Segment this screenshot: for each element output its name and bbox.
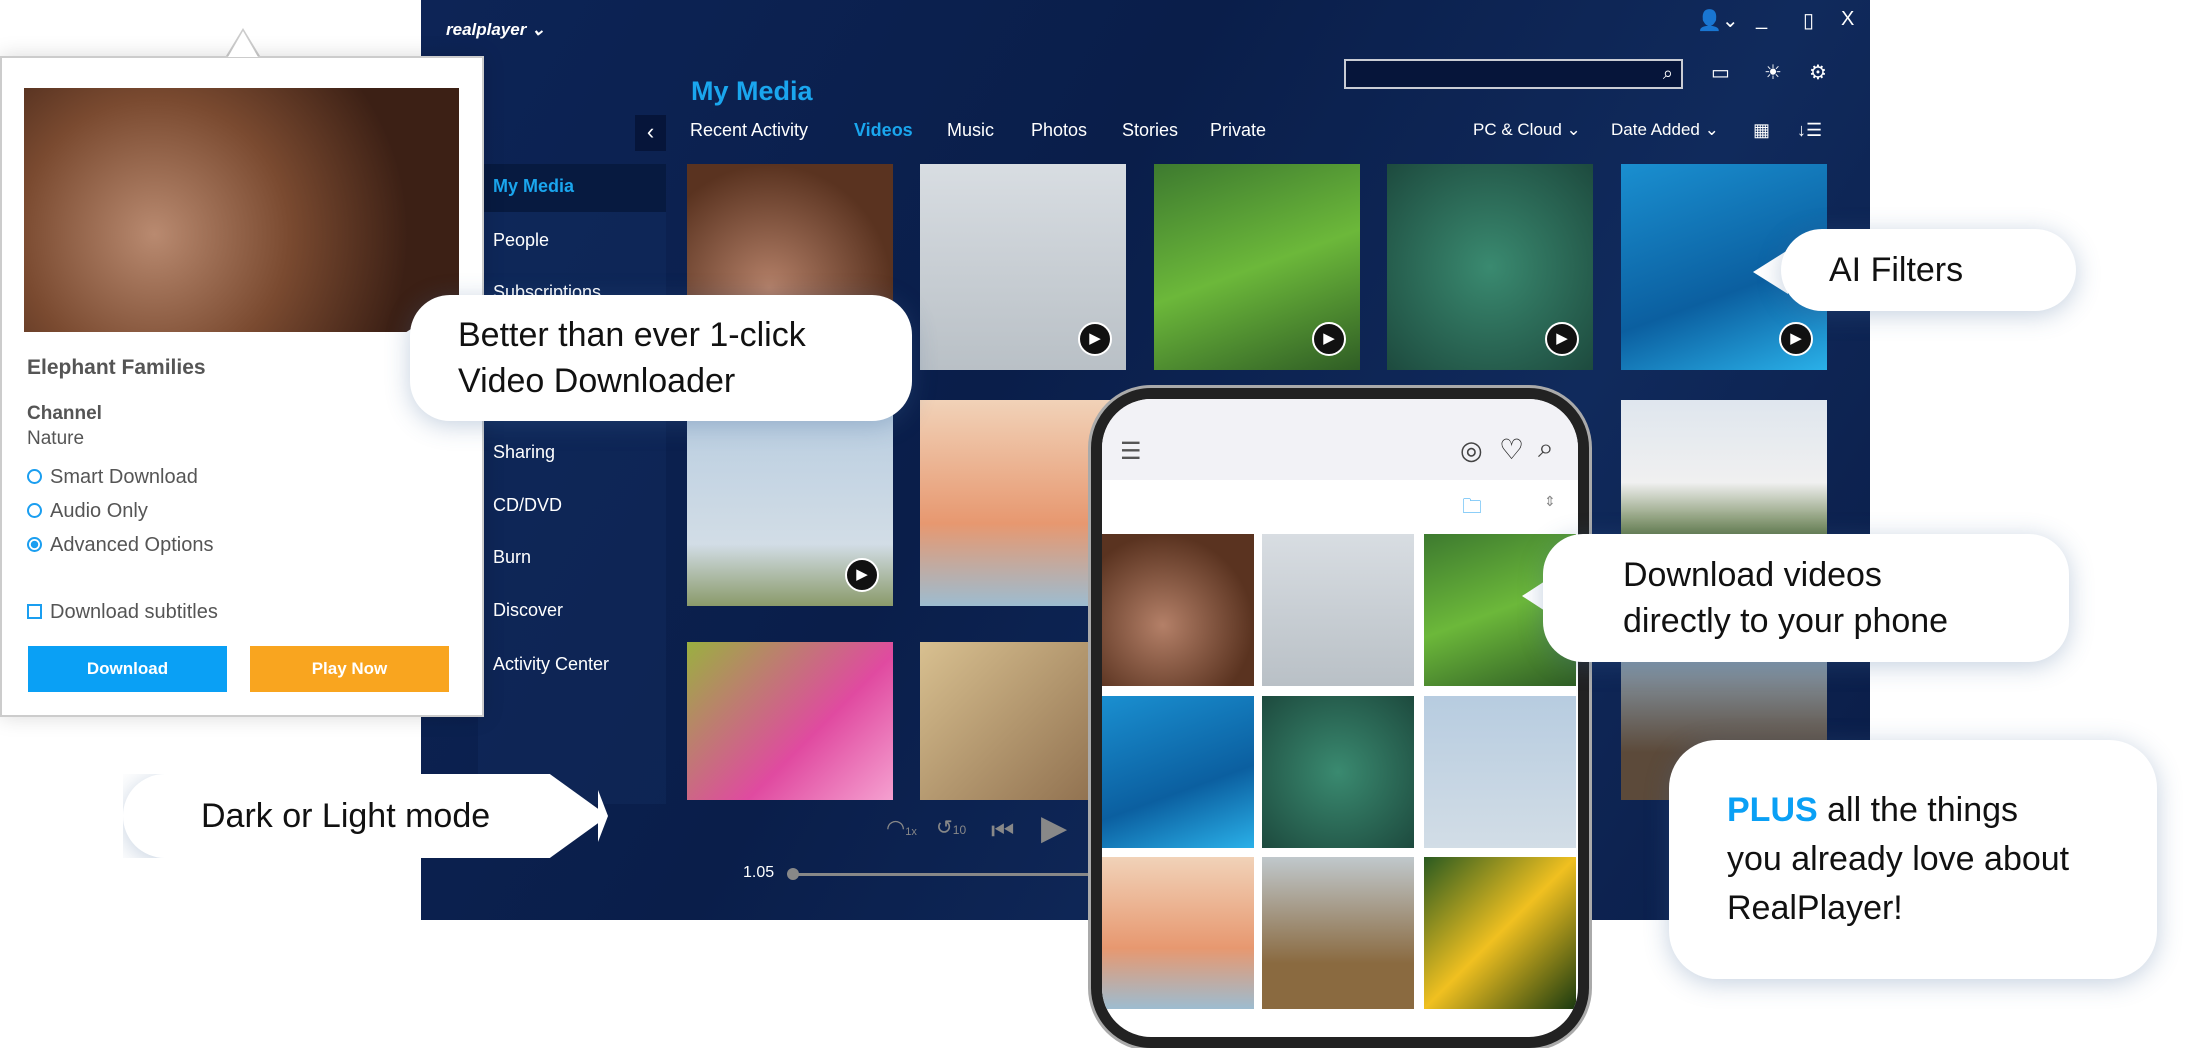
channel-value: Nature — [27, 428, 85, 449]
sidebar-item-people[interactable]: People — [493, 230, 549, 251]
sidebar-item-burn[interactable]: Burn — [493, 547, 531, 568]
folder-icon[interactable]: 🗀 — [1462, 492, 1482, 526]
grid-view-icon[interactable]: ▦ — [1753, 120, 1770, 141]
callout-ai-filters: AI Filters — [1781, 229, 2076, 311]
menu-icon[interactable]: ☰ — [1120, 437, 1142, 466]
video-title: Elephant Families — [27, 356, 206, 379]
favorite-heart-icon[interactable]: ♡ — [1499, 433, 1524, 466]
download-subtitles-checkbox[interactable]: Download subtitles — [27, 601, 218, 624]
video-thumbnail — [24, 88, 459, 332]
source-filter-dropdown[interactable]: PC & Cloud ⌄ — [1473, 120, 1581, 140]
search-icon[interactable]: ⌕ — [1663, 63, 1673, 84]
radio-selected-icon[interactable] — [27, 537, 42, 552]
sidebar-item-sharing[interactable]: Sharing — [493, 442, 555, 463]
phone-video-thumbnail[interactable] — [1262, 857, 1414, 1009]
seek-handle[interactable] — [787, 868, 799, 880]
sidebar-item-my-media[interactable]: My Media — [493, 176, 574, 197]
phone-video-thumbnail[interactable] — [1262, 696, 1414, 848]
tab-private[interactable]: Private — [1210, 120, 1266, 141]
phone-toolbar: 🗀 ⇕ — [1102, 480, 1578, 532]
phone-video-thumbnail[interactable] — [1102, 857, 1254, 1009]
play-icon[interactable]: ▶ — [1779, 322, 1813, 356]
download-button[interactable]: Download — [28, 646, 227, 692]
sidebar-item-cd-dvd[interactable]: CD/DVD — [493, 495, 562, 516]
phone-video-thumbnail[interactable] — [1102, 534, 1254, 686]
play-icon[interactable]: ▶ — [1545, 322, 1579, 356]
play-icon[interactable]: ▶ — [1312, 322, 1346, 356]
tab-recent-activity[interactable]: Recent Activity — [690, 120, 808, 141]
radio-icon[interactable] — [27, 469, 42, 484]
checkbox-icon[interactable] — [27, 604, 42, 619]
phone-video-thumbnail[interactable] — [1262, 534, 1414, 686]
search-icon[interactable]: ⌕ — [1538, 432, 1554, 465]
playback-time: 1.05 — [743, 864, 775, 881]
play-icon[interactable]: ▶ — [845, 558, 879, 592]
sidebar: My Media People Subscriptions Sharing CD… — [478, 164, 666, 804]
phone-mockup: ☰ ◎ ♡ ⌕ 🗀 ⇕ — [1091, 388, 1589, 1048]
video-thumbnail[interactable]: ▶ — [920, 164, 1126, 370]
phone-header: ☰ ◎ ♡ ⌕ — [1102, 399, 1578, 480]
option-smart-download[interactable]: Smart Download — [27, 466, 198, 489]
sidebar-item-discover[interactable]: Discover — [493, 600, 563, 621]
video-thumbnail[interactable] — [687, 642, 893, 800]
previous-icon[interactable]: ⏮ — [991, 815, 1014, 847]
maximize-button[interactable]: ▯ — [1803, 8, 1814, 33]
tab-videos[interactable]: Videos — [854, 120, 913, 141]
search-input[interactable]: ⌕ — [1344, 59, 1683, 89]
video-thumbnail[interactable]: ▶ — [687, 400, 893, 606]
tab-photos[interactable]: Photos — [1031, 120, 1087, 141]
page-title: My Media — [691, 76, 813, 106]
callout-phone: Download videos directly to your phone — [1543, 534, 2069, 662]
radio-icon[interactable] — [27, 503, 42, 518]
select-check-icon[interactable]: ◎ — [1460, 435, 1483, 466]
callout-downloader: Better than ever 1-click Video Downloader — [410, 295, 912, 421]
tab-music[interactable]: Music — [947, 120, 994, 141]
callout-plus: PLUS all the things you already love abo… — [1669, 740, 2157, 979]
option-audio-only[interactable]: Audio Only — [27, 500, 148, 523]
play-icon[interactable]: ▶ — [1041, 808, 1067, 848]
play-icon[interactable]: ▶ — [1078, 322, 1112, 356]
cast-icon[interactable]: ▭ — [1711, 60, 1730, 85]
phone-video-thumbnail[interactable] — [1424, 857, 1576, 1009]
sort-order-icon[interactable]: ↓☰ — [1797, 120, 1822, 141]
sort-arrows-icon[interactable]: ⇕ — [1544, 493, 1556, 510]
theme-sun-icon[interactable]: ☀ — [1764, 60, 1782, 85]
channel-label: Channel — [27, 403, 102, 424]
sort-dropdown[interactable]: Date Added ⌄ — [1611, 120, 1719, 140]
minimize-button[interactable]: _ — [1756, 8, 1767, 31]
collapse-sidebar-button[interactable]: ‹ — [635, 115, 666, 151]
sidebar-item-activity-center[interactable]: Activity Center — [493, 654, 609, 675]
user-menu-icon[interactable]: 👤⌄ — [1697, 8, 1739, 33]
rewind-10-icon[interactable]: ↺10 — [936, 815, 966, 840]
playback-speed-icon[interactable]: ◠1x — [886, 815, 917, 841]
video-thumbnail[interactable]: ▶ — [1154, 164, 1360, 370]
phone-video-thumbnail[interactable] — [1102, 696, 1254, 848]
close-button[interactable]: X — [1841, 8, 1854, 31]
callout-dark-light-mode: Dark or Light mode — [123, 774, 608, 858]
tab-stories[interactable]: Stories — [1122, 120, 1178, 141]
settings-gear-icon[interactable]: ⚙ — [1809, 60, 1827, 85]
play-now-button[interactable]: Play Now — [250, 646, 449, 692]
realplayer-logo[interactable]: realplayer ⌄ — [446, 20, 545, 40]
option-advanced[interactable]: Advanced Options — [27, 534, 213, 557]
video-thumbnail[interactable]: ▶ — [1387, 164, 1593, 370]
phone-video-thumbnail[interactable] — [1424, 696, 1576, 848]
